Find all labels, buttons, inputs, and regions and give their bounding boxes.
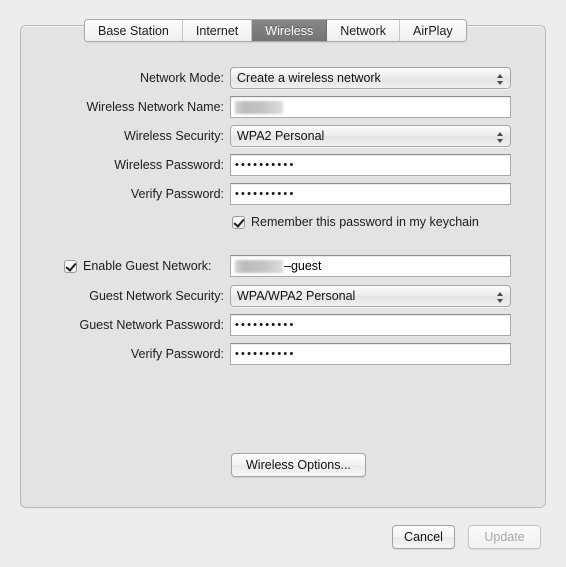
wireless-options-button[interactable]: Wireless Options... [231,453,366,477]
verify-password-field: •••••••••• [230,183,511,205]
cancel-button[interactable]: Cancel [392,525,455,549]
guest-verify-password-field: •••••••••• [230,343,511,365]
network-name-field [230,96,511,118]
guest-security-value: WPA/WPA2 Personal [237,289,356,303]
wireless-password-label: Wireless Password: [114,158,224,172]
guest-network-name-input[interactable]: –guest [230,255,511,277]
network-mode-label: Network Mode: [139,71,224,85]
network-mode-field: Create a wireless network [230,67,511,89]
wireless-security-select[interactable]: WPA2 Personal [230,125,511,147]
tab-airplay-label: AirPlay [413,23,453,38]
redacted-network-name [235,100,283,114]
wireless-security-value: WPA2 Personal [237,129,325,143]
tab-wireless[interactable]: Wireless [252,20,328,41]
network-mode-value: Create a wireless network [237,71,381,85]
stepper-arrows-icon [493,128,506,146]
guest-verify-password-input[interactable]: •••••••••• [230,343,511,365]
row-network-mode: Network Mode: Create a wireless network [0,67,566,89]
row-verify-password: Verify Password: •••••••••• [0,183,566,205]
guest-network-name-suffix: –guest [284,259,322,273]
tab-wireless-label: Wireless [265,23,314,38]
airport-utility-window: Base Station Internet Wireless Network A… [0,0,566,567]
tab-bar: Base Station Internet Wireless Network A… [84,19,467,42]
tab-internet-label: Internet [195,23,239,38]
guest-password-value: •••••••••• [235,319,296,331]
wireless-password-field: •••••••••• [230,154,511,176]
tab-base-station[interactable]: Base Station [85,20,183,41]
redacted-guest-network-name [235,259,283,273]
guest-verify-password-value: •••••••••• [235,348,296,360]
verify-password-value: •••••••••• [235,188,296,200]
verify-password-label: Verify Password: [130,187,224,201]
guest-password-label: Guest Network Password: [79,318,225,332]
wireless-password-value: •••••••••• [235,159,296,171]
remember-keychain-checkbox[interactable] [232,215,245,229]
guest-security-select[interactable]: WPA/WPA2 Personal [230,285,511,307]
tab-internet[interactable]: Internet [182,20,253,41]
row-guest-security: Guest Network Security: WPA/WPA2 Persona… [0,285,566,307]
verify-password-input[interactable]: •••••••••• [230,183,511,205]
cancel-label: Cancel [404,530,443,544]
network-mode-select[interactable]: Create a wireless network [230,67,511,89]
remember-keychain-label: Remember this password in my keychain [251,215,479,229]
guest-password-input[interactable]: •••••••••• [230,314,511,336]
wireless-security-field: WPA2 Personal [230,125,511,147]
tab-airplay[interactable]: AirPlay [400,20,466,41]
row-wireless-security: Wireless Security: WPA2 Personal [0,125,566,147]
row-guest-network-name: –guest [0,255,566,277]
row-guest-password: Guest Network Password: •••••••••• [0,314,566,336]
wireless-security-label: Wireless Security: [123,129,224,143]
update-button[interactable]: Update [468,525,541,549]
guest-password-field: •••••••••• [230,314,511,336]
guest-network-name-field: –guest [230,255,511,277]
stepper-arrows-icon [493,288,506,306]
guest-security-label: Guest Network Security: [89,289,224,303]
guest-verify-password-label: Verify Password: [130,347,224,361]
wireless-options-label: Wireless Options... [246,458,351,472]
remember-keychain-checkbox-row[interactable]: Remember this password in my keychain [232,212,479,232]
tab-base-station-label: Base Station [98,23,169,38]
row-network-name: Wireless Network Name: [0,96,566,118]
guest-security-field: WPA/WPA2 Personal [230,285,511,307]
row-guest-verify-password: Verify Password: •••••••••• [0,343,566,365]
wireless-password-input[interactable]: •••••••••• [230,154,511,176]
tab-network[interactable]: Network [327,20,401,41]
network-name-input[interactable] [230,96,511,118]
update-label: Update [484,530,525,544]
tab-network-label: Network [340,23,387,38]
stepper-arrows-icon [493,70,506,88]
row-wireless-password: Wireless Password: •••••••••• [0,154,566,176]
network-name-label: Wireless Network Name: [86,100,224,114]
